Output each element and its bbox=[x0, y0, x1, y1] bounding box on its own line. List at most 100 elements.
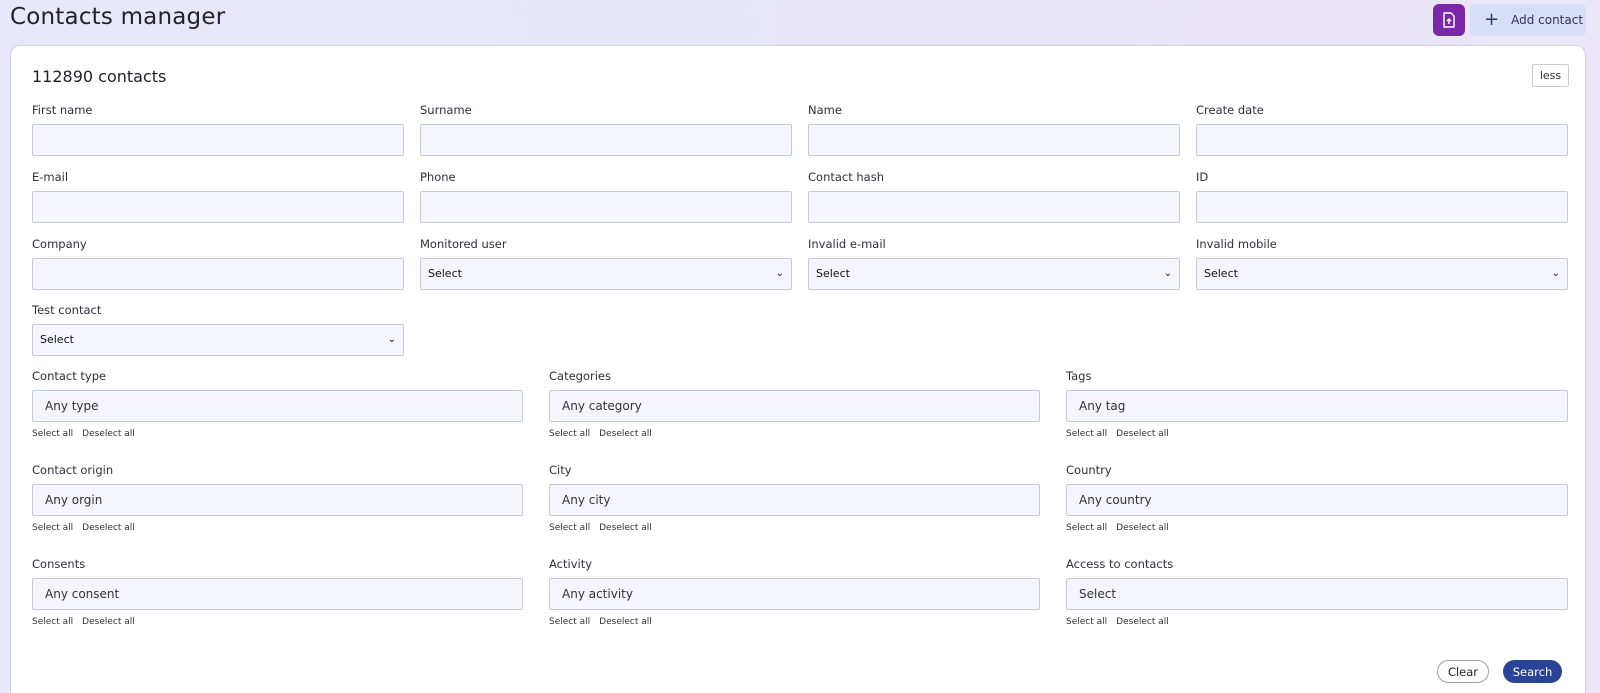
first-name-label: First name bbox=[32, 103, 93, 117]
invalid-email-label: Invalid e-mail bbox=[808, 237, 886, 251]
plus-icon: + bbox=[1484, 9, 1500, 30]
select-all-link[interactable]: Select all bbox=[32, 617, 73, 627]
create-date-input[interactable] bbox=[1196, 124, 1568, 156]
invalid-email-select[interactable]: Select ⌄ bbox=[808, 258, 1180, 290]
invalid-email-value: Select bbox=[816, 267, 850, 280]
chevron-down-icon: ⌄ bbox=[775, 268, 784, 279]
consents-label: Consents bbox=[32, 557, 86, 571]
add-contact-button[interactable]: + Add contact bbox=[1470, 4, 1586, 36]
invalid-mobile-label: Invalid mobile bbox=[1196, 237, 1277, 251]
contact-type-multiselect[interactable]: Any type bbox=[32, 390, 523, 422]
city-multiselect[interactable]: Any city bbox=[549, 484, 1040, 516]
phone-label: Phone bbox=[420, 170, 456, 184]
contact-type-field: Contact type Any type Select all Deselect… bbox=[32, 368, 523, 441]
export-document-icon bbox=[1443, 12, 1455, 28]
tags-multiselect[interactable]: Any tag bbox=[1066, 390, 1568, 422]
test-contact-value: Select bbox=[40, 333, 74, 346]
phone-input[interactable] bbox=[420, 191, 792, 223]
contact-hash-field: Contact hash bbox=[808, 169, 1180, 223]
contact-hash-input[interactable] bbox=[808, 191, 1180, 223]
deselect-all-link[interactable]: Deselect all bbox=[599, 617, 652, 627]
access-to-contacts-field: Access to contacts Select Select all Dese… bbox=[1066, 556, 1568, 629]
surname-label: Surname bbox=[420, 103, 472, 117]
name-label: Name bbox=[808, 103, 842, 117]
select-all-link[interactable]: Select all bbox=[1066, 429, 1107, 439]
city-field: City Any city Select all Deselect all bbox=[549, 462, 1040, 535]
first-name-field: First name bbox=[32, 102, 404, 156]
create-date-field: Create date bbox=[1196, 102, 1568, 156]
add-contact-label: Add contact bbox=[1511, 13, 1584, 27]
deselect-all-link[interactable]: Deselect all bbox=[82, 523, 135, 533]
deselect-all-link[interactable]: Deselect all bbox=[599, 429, 652, 439]
company-input[interactable] bbox=[32, 258, 404, 290]
categories-label: Categories bbox=[549, 369, 611, 383]
contact-hash-label: Contact hash bbox=[808, 170, 885, 184]
first-name-input[interactable] bbox=[32, 124, 404, 156]
monitored-user-label: Monitored user bbox=[420, 237, 507, 251]
tags-field: Tags Any tag Select all Deselect all bbox=[1066, 368, 1568, 441]
id-label: ID bbox=[1196, 170, 1209, 184]
phone-field: Phone bbox=[420, 169, 792, 223]
select-all-link[interactable]: Select all bbox=[549, 617, 590, 627]
select-all-link[interactable]: Select all bbox=[549, 429, 590, 439]
contact-origin-multiselect[interactable]: Any orgin bbox=[32, 484, 523, 516]
select-all-link[interactable]: Select all bbox=[1066, 523, 1107, 533]
deselect-all-link[interactable]: Deselect all bbox=[1116, 429, 1169, 439]
country-field: Country Any country Select all Deselect a… bbox=[1066, 462, 1568, 535]
monitored-user-field: Monitored user Select ⌄ bbox=[420, 236, 792, 290]
monitored-user-value: Select bbox=[428, 267, 462, 280]
deselect-all-link[interactable]: Deselect all bbox=[1116, 523, 1169, 533]
city-label: City bbox=[549, 463, 572, 477]
chevron-down-icon: ⌄ bbox=[1551, 268, 1560, 279]
test-contact-select[interactable]: Select ⌄ bbox=[32, 324, 404, 356]
access-to-contacts-multiselect[interactable]: Select bbox=[1066, 578, 1568, 610]
clear-button[interactable]: Clear bbox=[1437, 660, 1489, 683]
filters-panel: 112890 contacts less First name Surname … bbox=[10, 45, 1586, 693]
monitored-user-select[interactable]: Select ⌄ bbox=[420, 258, 792, 290]
id-input[interactable] bbox=[1196, 191, 1568, 223]
contact-origin-field: Contact origin Any orgin Select all Desel… bbox=[32, 462, 523, 535]
invalid-mobile-field: Invalid mobile Select ⌄ bbox=[1196, 236, 1568, 290]
select-all-link[interactable]: Select all bbox=[549, 523, 590, 533]
search-button[interactable]: Search bbox=[1503, 660, 1562, 683]
tags-label: Tags bbox=[1066, 369, 1092, 383]
deselect-all-link[interactable]: Deselect all bbox=[82, 617, 135, 627]
deselect-all-link[interactable]: Deselect all bbox=[1116, 617, 1169, 627]
name-input[interactable] bbox=[808, 124, 1180, 156]
export-button[interactable] bbox=[1433, 4, 1465, 36]
access-to-contacts-label: Access to contacts bbox=[1066, 557, 1174, 571]
email-label: E-mail bbox=[32, 170, 69, 184]
invalid-mobile-select[interactable]: Select ⌄ bbox=[1196, 258, 1568, 290]
surname-input[interactable] bbox=[420, 124, 792, 156]
consents-multiselect[interactable]: Any consent bbox=[32, 578, 523, 610]
id-field: ID bbox=[1196, 169, 1568, 223]
select-all-link[interactable]: Select all bbox=[1066, 617, 1107, 627]
categories-field: Categories Any category Select all Desele… bbox=[549, 368, 1040, 441]
less-toggle-button[interactable]: less bbox=[1532, 64, 1569, 87]
country-multiselect[interactable]: Any country bbox=[1066, 484, 1568, 516]
email-field: E-mail bbox=[32, 169, 404, 223]
activity-label: Activity bbox=[549, 557, 593, 571]
test-contact-label: Test contact bbox=[32, 303, 102, 317]
contact-origin-label: Contact origin bbox=[32, 463, 114, 477]
page-title: Contacts manager bbox=[10, 4, 226, 30]
surname-field: Surname bbox=[420, 102, 792, 156]
activity-multiselect[interactable]: Any activity bbox=[549, 578, 1040, 610]
name-field: Name bbox=[808, 102, 1180, 156]
deselect-all-link[interactable]: Deselect all bbox=[82, 429, 135, 439]
company-field: Company bbox=[32, 236, 404, 290]
consents-field: Consents Any consent Select all Deselect … bbox=[32, 556, 523, 629]
contact-type-label: Contact type bbox=[32, 369, 107, 383]
categories-multiselect[interactable]: Any category bbox=[549, 390, 1040, 422]
select-all-link[interactable]: Select all bbox=[32, 523, 73, 533]
deselect-all-link[interactable]: Deselect all bbox=[599, 523, 652, 533]
invalid-email-field: Invalid e-mail Select ⌄ bbox=[808, 236, 1180, 290]
email-input[interactable] bbox=[32, 191, 404, 223]
country-label: Country bbox=[1066, 463, 1112, 477]
contacts-count: 112890 contacts bbox=[32, 67, 167, 86]
select-all-link[interactable]: Select all bbox=[32, 429, 73, 439]
chevron-down-icon: ⌄ bbox=[1163, 268, 1172, 279]
chevron-down-icon: ⌄ bbox=[387, 334, 396, 345]
company-label: Company bbox=[32, 237, 87, 251]
invalid-mobile-value: Select bbox=[1204, 267, 1238, 280]
